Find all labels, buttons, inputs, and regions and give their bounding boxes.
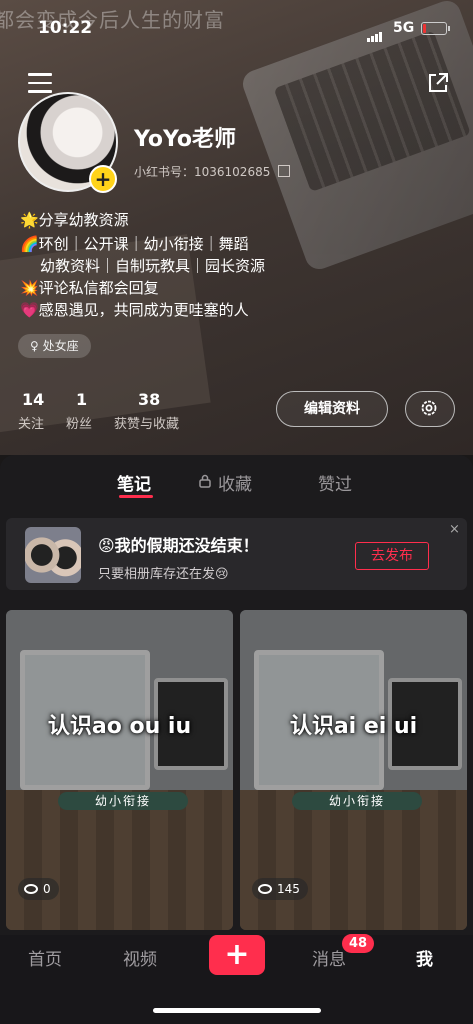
network-type: 5G <box>393 20 415 36</box>
tab-active-indicator <box>119 495 153 498</box>
tab-liked[interactable]: 赞过 <box>318 470 352 495</box>
status-time: 10:22 <box>38 18 93 38</box>
note-tag: 幼小衔接 <box>58 792 188 810</box>
messages-badge: 48 <box>342 934 375 953</box>
eye-icon <box>24 884 38 894</box>
bio-line: 💥评论私信都会回复 <box>20 279 159 297</box>
add-avatar-icon[interactable]: + <box>89 165 117 193</box>
view-count: 145 <box>252 878 308 900</box>
background-caption: 都会变成今后人生的财富 <box>0 8 225 32</box>
note-title: 认识ai ei ui <box>289 714 418 739</box>
home-indicator[interactable] <box>153 1008 321 1013</box>
nav-messages[interactable]: 消息 <box>312 945 346 970</box>
note-card[interactable]: 认识ao ou iu 幼小衔接 0 <box>6 610 233 930</box>
note-card[interactable]: 认识ai ei ui 幼小衔接 145 <box>240 610 467 930</box>
profile-name: YoYo老师 <box>134 127 237 152</box>
bio-line: 💗感恩遇见，共同成为更哇塞的人 <box>20 301 249 319</box>
following-count[interactable]: 14 <box>22 390 44 409</box>
promo-subtitle: 只要相册库存还在发😢 <box>98 567 229 582</box>
bio-line: 🌟分享幼教资源 <box>20 211 129 229</box>
menu-icon[interactable] <box>28 73 52 93</box>
nav-me[interactable]: 我 <box>416 945 433 970</box>
view-count: 0 <box>18 878 59 900</box>
lock-icon <box>199 474 211 488</box>
publish-button[interactable]: 去发布 <box>355 542 429 570</box>
followers-count[interactable]: 1 <box>76 390 87 409</box>
redbook-id: 小红书号：1036102685 <box>134 165 271 179</box>
eye-icon <box>258 884 272 894</box>
tab-notes[interactable]: 笔记 <box>117 470 151 495</box>
add-post-button[interactable]: + <box>209 935 265 975</box>
close-icon[interactable]: × <box>449 522 460 537</box>
bio-line: 幼教资料｜自制玩教具｜园长资源 <box>40 257 266 275</box>
promo-thumbnail <box>25 527 81 583</box>
share-icon[interactable] <box>427 72 449 94</box>
likes-count[interactable]: 38 <box>138 390 160 409</box>
nav-home[interactable]: 首页 <box>28 945 62 970</box>
battery-icon <box>421 22 450 35</box>
settings-button[interactable] <box>405 391 455 427</box>
promo-title: 😡我的假期还没结束！ <box>98 536 259 555</box>
signal-icon <box>367 23 383 42</box>
tab-favorites[interactable]: 收藏 <box>218 470 252 495</box>
zodiac-tag[interactable]: ♀ 处女座 <box>18 334 91 358</box>
followers-label[interactable]: 粉丝 <box>66 413 92 432</box>
following-label[interactable]: 关注 <box>18 413 44 432</box>
laptop-photo <box>239 0 473 274</box>
gear-icon <box>421 400 437 416</box>
note-title: 认识ao ou iu <box>47 714 192 739</box>
bio-line: 🌈环创｜公开课｜幼小衔接｜舞蹈 <box>20 235 249 253</box>
edit-profile-button[interactable]: 编辑资料 <box>276 391 388 427</box>
note-tag: 幼小衔接 <box>292 792 422 810</box>
nav-video[interactable]: 视频 <box>123 945 157 970</box>
qr-code-icon[interactable] <box>278 165 290 177</box>
likes-label[interactable]: 获赞与收藏 <box>114 413 179 432</box>
